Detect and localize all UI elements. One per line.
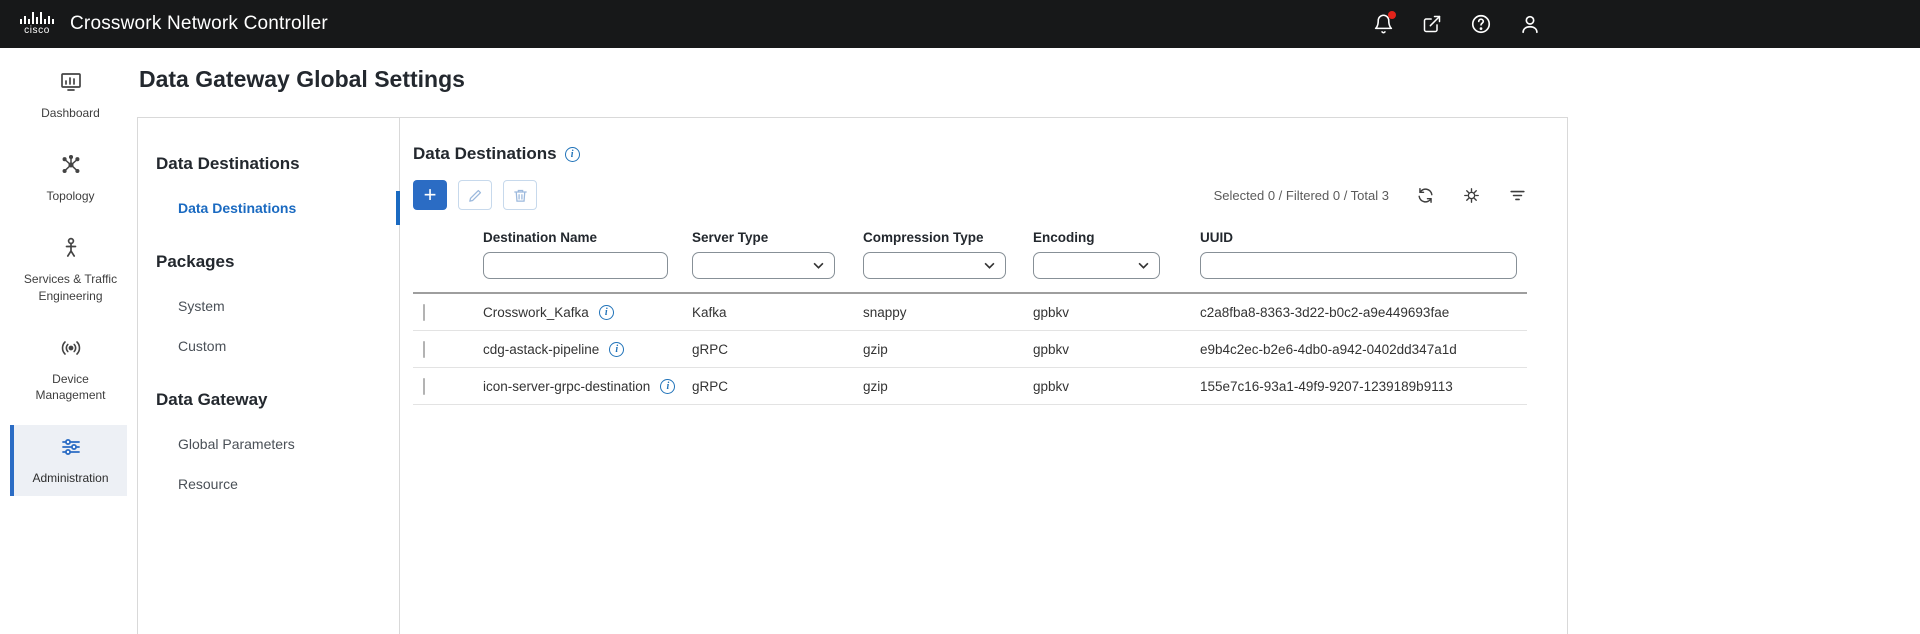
device-management-icon xyxy=(59,336,83,365)
cisco-logo-text: cisco xyxy=(24,25,50,36)
cisco-logo-bars xyxy=(20,12,54,24)
compression-type: snappy xyxy=(863,304,907,320)
sidebar-item-administration[interactable]: Administration xyxy=(10,425,127,497)
col-header-destination-name: Destination Name xyxy=(483,230,598,245)
services-traffic-icon xyxy=(59,236,83,265)
compression-type-filter-select[interactable] xyxy=(863,252,1006,279)
encoding: gpbkv xyxy=(1033,378,1070,394)
settings-panel: Data Destinations Data Destinations Pack… xyxy=(137,117,1568,634)
info-icon[interactable]: i xyxy=(564,146,580,162)
sidebar-item-label: Services & Traffic Engineering xyxy=(23,272,118,303)
server-type: gRPC xyxy=(692,378,729,394)
topology-icon xyxy=(59,153,83,182)
sidebar-item-label: Topology xyxy=(46,189,95,204)
col-header-encoding: Encoding xyxy=(1033,230,1095,245)
destination-name: Crosswork_Kafka xyxy=(483,304,589,320)
uuid-filter-input[interactable] xyxy=(1200,252,1517,279)
edit-button[interactable] xyxy=(458,180,492,210)
selection-summary: Selected 0 / Filtered 0 / Total 3 xyxy=(1213,187,1389,203)
page-title: Data Gateway Global Settings xyxy=(139,66,465,92)
data-destinations-content: Data Destinations i + Selected 0 / Filte… xyxy=(400,118,1567,634)
cisco-logo: cisco xyxy=(20,12,54,36)
col-header-compression-type: Compression Type xyxy=(863,230,984,245)
server-type: gRPC xyxy=(692,341,729,357)
sidebar-item-label: Administration xyxy=(32,471,109,486)
row-checkbox[interactable] xyxy=(423,303,425,321)
delete-button[interactable] xyxy=(503,180,537,210)
user-icon[interactable] xyxy=(1519,13,1541,35)
chevron-down-icon xyxy=(984,262,995,269)
dashboard-icon xyxy=(59,70,83,99)
sidebar-item-services-traffic-engineering[interactable]: Services & Traffic Engineering xyxy=(10,226,127,313)
refresh-icon[interactable] xyxy=(1415,185,1435,205)
notification-badge-dot xyxy=(1388,11,1396,19)
server-type-filter-select[interactable] xyxy=(692,252,835,279)
open-in-new-icon[interactable] xyxy=(1421,13,1443,35)
settings-subnav: Data Destinations Data Destinations Pack… xyxy=(138,118,400,634)
sidebar-item-dashboard[interactable]: Dashboard xyxy=(10,60,127,131)
content-heading: Data Destinations i xyxy=(413,144,1527,164)
subnav-item-data-destinations[interactable]: Data Destinations xyxy=(138,188,400,228)
info-icon[interactable]: i xyxy=(609,341,625,357)
table-toolbar: + Selected 0 / Filtered 0 / Total 3 xyxy=(413,180,1527,210)
uuid: c2a8fba8-8363-3d22-b0c2-a9e449693fae xyxy=(1200,304,1450,320)
row-checkbox[interactable] xyxy=(423,340,425,358)
chevron-down-icon xyxy=(813,262,824,269)
info-icon[interactable]: i xyxy=(598,304,614,320)
subnav-section-data-gateway: Data Gateway xyxy=(156,390,268,409)
subnav-item-system[interactable]: System xyxy=(138,286,399,326)
table-row[interactable]: Crosswork_Kafka i Kafka snappy gpbkv c2a… xyxy=(413,294,1527,331)
help-icon[interactable] xyxy=(1470,13,1492,35)
filter-icon[interactable] xyxy=(1507,185,1527,205)
col-header-server-type: Server Type xyxy=(692,230,769,245)
subnav-item-global-parameters[interactable]: Global Parameters xyxy=(138,424,399,464)
sidebar-item-device-management[interactable]: Device Management xyxy=(10,326,127,413)
destination-name: icon-server-grpc-destination xyxy=(483,378,651,394)
uuid: 155e7c16-93a1-49f9-9207-1239189b9113 xyxy=(1200,378,1453,394)
encoding: gpbkv xyxy=(1033,341,1070,357)
compression-type: gzip xyxy=(863,341,888,357)
destination-name: cdg-astack-pipeline xyxy=(483,341,600,357)
add-destination-button[interactable]: + xyxy=(413,180,447,210)
subnav-section-data-destinations: Data Destinations xyxy=(156,154,300,173)
destination-name-filter-input[interactable] xyxy=(483,252,668,279)
table-row[interactable]: icon-server-grpc-destination i gRPC gzip… xyxy=(413,368,1527,405)
app-title: Crosswork Network Controller xyxy=(70,13,328,34)
content-heading-text: Data Destinations xyxy=(413,144,557,163)
subnav-item-custom[interactable]: Custom xyxy=(138,326,399,366)
subnav-item-resource[interactable]: Resource xyxy=(138,464,399,504)
encoding: gpbkv xyxy=(1033,304,1070,320)
bell-icon[interactable] xyxy=(1372,11,1396,35)
topbar-icon-group xyxy=(1372,0,1541,48)
chevron-down-icon xyxy=(1138,262,1149,269)
sidebar-item-topology[interactable]: Topology xyxy=(10,143,127,214)
edit-pencil-icon xyxy=(468,189,481,202)
table-row[interactable]: cdg-astack-pipeline i gRPC gzip gpbkv e9… xyxy=(413,331,1527,368)
gear-icon[interactable] xyxy=(1461,185,1481,205)
main-sidebar: Dashboard Topology Services & Traffic En… xyxy=(0,48,137,634)
server-type: Kafka xyxy=(692,304,727,320)
row-checkbox[interactable] xyxy=(423,377,425,395)
info-icon[interactable]: i xyxy=(660,378,676,394)
uuid: e9b4c2ec-b2e6-4db0-a942-0402dd347a1d xyxy=(1200,341,1457,357)
sidebar-item-label: Dashboard xyxy=(41,106,100,120)
encoding-filter-select[interactable] xyxy=(1033,252,1160,279)
col-header-uuid: UUID xyxy=(1200,230,1233,245)
subnav-section-packages: Packages xyxy=(156,252,235,271)
table-header-row: Destination Name Server Type Compression… xyxy=(413,230,1527,252)
delete-trash-icon xyxy=(513,189,527,202)
compression-type: gzip xyxy=(863,378,888,394)
table-filter-row xyxy=(413,252,1527,294)
destinations-table: Destination Name Server Type Compression… xyxy=(413,230,1527,405)
sidebar-item-label: Device Management xyxy=(35,371,106,402)
top-app-bar: cisco Crosswork Network Controller xyxy=(0,0,1920,48)
administration-icon xyxy=(59,435,83,464)
